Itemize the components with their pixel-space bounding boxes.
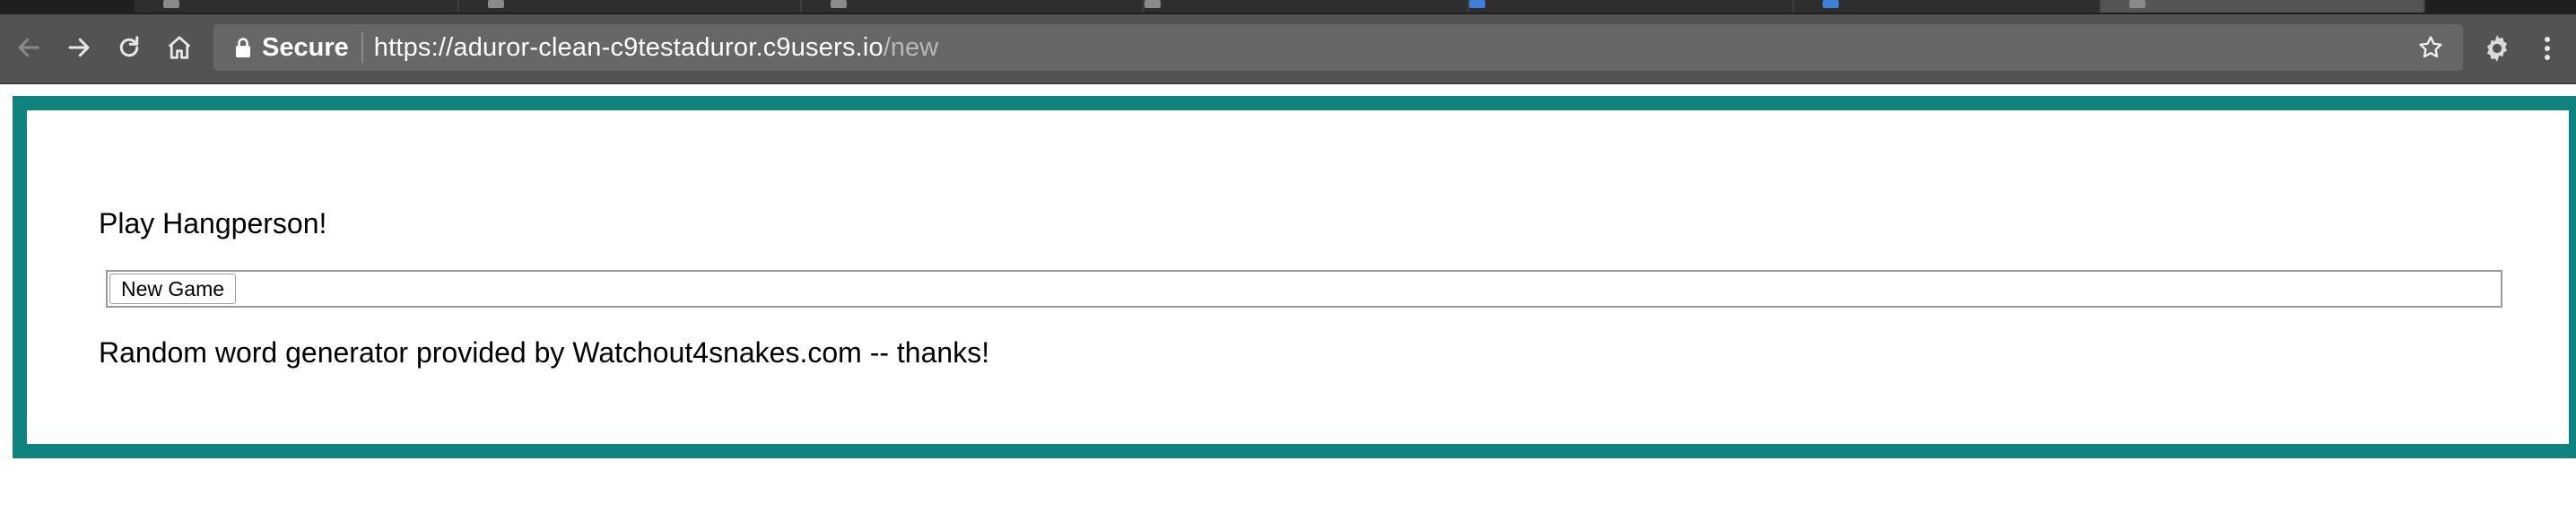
github-icon [163, 0, 179, 8]
reload-icon [119, 36, 139, 57]
new-game-button[interactable]: New Game [109, 274, 237, 304]
browser-toolbar: Secure https://aduror-clean-c9testaduror… [0, 14, 2576, 84]
page-icon [2129, 0, 2145, 8]
github-icon [488, 0, 504, 8]
tab-strip [0, 0, 2576, 14]
secure-label: Secure [262, 32, 349, 62]
credit-text: Random word generator provided by Watcho… [99, 336, 990, 369]
browser-tab[interactable] [459, 0, 802, 13]
kebab-menu-icon[interactable] [2529, 29, 2565, 68]
github-icon [831, 0, 847, 8]
blue-page-icon [1823, 0, 1839, 8]
browser-tab[interactable] [1794, 0, 2101, 13]
reload-button[interactable] [111, 27, 147, 68]
document-icon [1144, 0, 1161, 8]
home-icon [168, 36, 191, 59]
star-icon[interactable] [2415, 31, 2447, 64]
omnibox-divider [361, 32, 363, 63]
browser-tab[interactable] [1144, 0, 1469, 13]
content-frame: Play Hangperson! New Game Random word ge… [13, 96, 2576, 458]
gear-icon[interactable] [2477, 29, 2517, 68]
browser-tab-active[interactable] [2101, 0, 2425, 13]
home-button[interactable] [161, 27, 197, 68]
browser-tab[interactable] [802, 0, 1144, 13]
url-path: /new [883, 32, 939, 62]
blue-page-icon [1469, 0, 1485, 8]
new-game-form: New Game [106, 270, 2502, 308]
address-bar[interactable]: Secure https://aduror-clean-c9testaduror… [213, 24, 2463, 71]
forward-button[interactable] [61, 27, 97, 68]
browser-tab[interactable] [1469, 0, 1794, 13]
back-arrow-icon [18, 38, 39, 57]
browser-tab[interactable] [135, 0, 459, 13]
page-title: Play Hangperson! [99, 207, 327, 239]
back-button[interactable] [11, 27, 47, 68]
forward-arrow-icon [68, 38, 90, 57]
lock-icon [231, 34, 255, 61]
url-host: https://aduror-clean-c9testaduror.c9user… [373, 32, 883, 62]
